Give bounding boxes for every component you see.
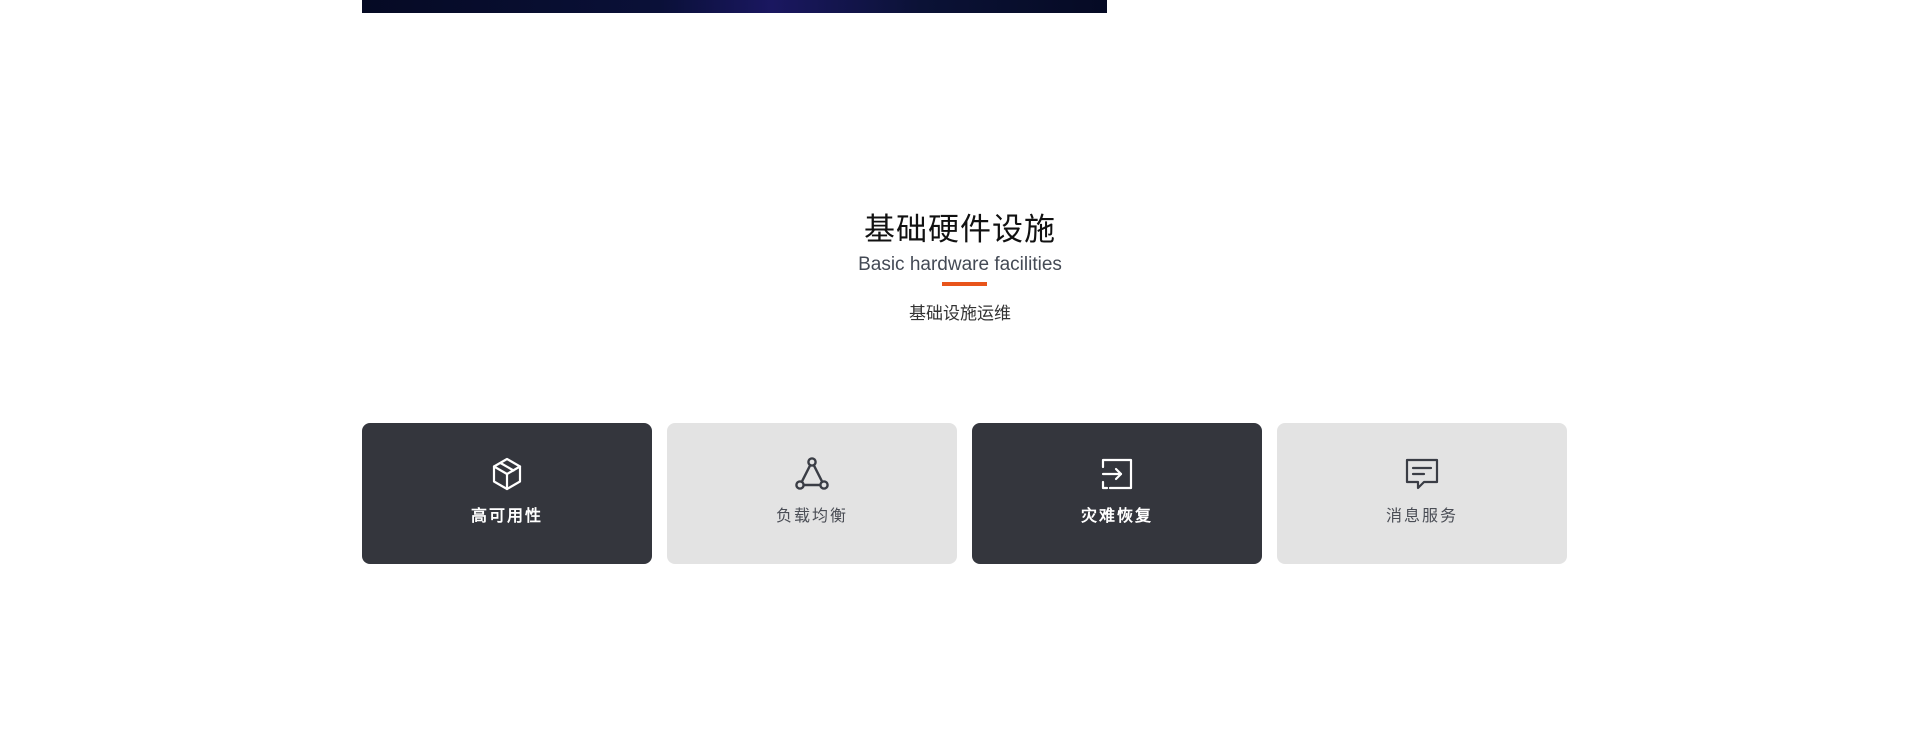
card-load-balancing[interactable]: 负载均衡	[667, 423, 957, 564]
title-underline	[942, 282, 987, 286]
card-label: 消息服务	[1385, 506, 1458, 525]
feature-cards: 高可用性 负载均衡 灾难恢复 消息服务	[362, 423, 1568, 564]
card-label: 灾难恢复	[1080, 506, 1153, 525]
card-label: 负载均衡	[775, 506, 848, 525]
top-banner-image	[362, 0, 1107, 13]
cube-icon	[489, 456, 525, 492]
card-label: 高可用性	[470, 506, 543, 525]
card-disaster-recovery[interactable]: 灾难恢复	[972, 423, 1262, 564]
section-title: 基础硬件设施	[864, 212, 1056, 248]
section-description: 基础设施运维	[909, 304, 1011, 324]
card-high-availability[interactable]: 高可用性	[362, 423, 652, 564]
recovery-icon	[1099, 456, 1135, 492]
card-message-service[interactable]: 消息服务	[1277, 423, 1567, 564]
message-icon	[1404, 456, 1440, 492]
section-subtitle: Basic hardware facilities	[858, 254, 1062, 275]
network-nodes-icon	[794, 456, 830, 492]
